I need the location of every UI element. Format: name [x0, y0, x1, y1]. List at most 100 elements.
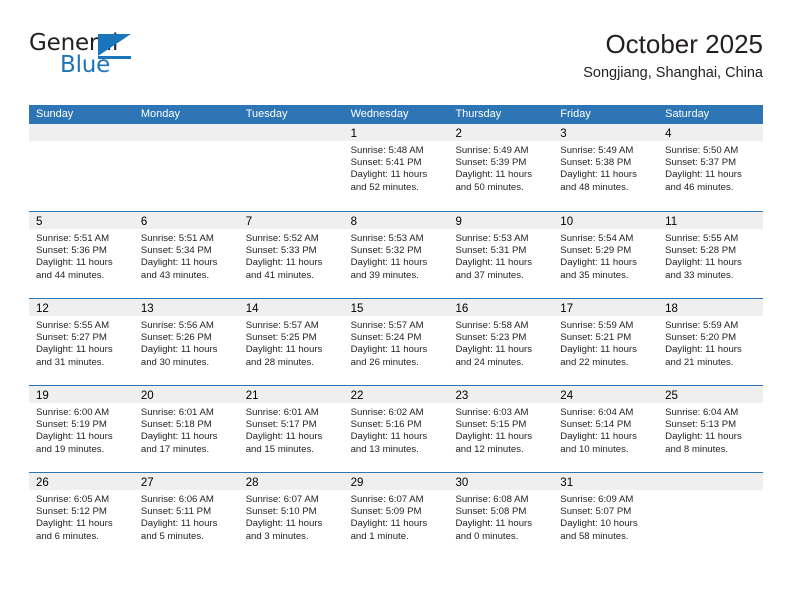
calendar-day-cell[interactable]: 31 Sunrise: 6:09 AM Sunset: 5:07 PM Dayligh…: [553, 473, 659, 559]
calendar-day-cell[interactable]: 24 Sunrise: 6:04 AM Sunset: 5:14 PM Dayligh…: [553, 386, 659, 472]
calendar-day-cell[interactable]: 21 Sunrise: 6:01 AM Sunset: 5:17 PM Dayligh…: [238, 386, 344, 472]
day-number: 26: [36, 477, 49, 489]
calendar-day-cell[interactable]: 25 Sunrise: 6:04 AM Sunset: 5:13 PM Dayligh…: [658, 386, 764, 472]
calendar-day-cell[interactable]: 2 Sunrise: 5:49 AM Sunset: 5:39 PM Daylight…: [448, 124, 554, 211]
calendar-day-cell[interactable]: 11 Sunrise: 5:55 AM Sunset: 5:28 PM Dayligh…: [658, 212, 764, 298]
day-number-band: [658, 473, 764, 490]
calendar-day-cell[interactable]: 18 Sunrise: 5:59 AM Sunset: 5:20 PM Dayligh…: [658, 299, 764, 385]
calendar-day-cell[interactable]: 6 Sunrise: 5:51 AM Sunset: 5:34 PM Daylight…: [133, 212, 239, 298]
calendar-weeks: 1 Sunrise: 5:48 AM Sunset: 5:41 PM Daylight…: [29, 124, 764, 559]
daylight-text: Daylight: 11 hours and 50 minutes.: [455, 169, 533, 193]
day-number: 12: [36, 303, 49, 315]
day-number: 20: [140, 390, 154, 402]
day-sun-info: Sunrise: 5:49 AM Sunset: 5:39 PM Daylight:…: [448, 141, 553, 194]
calendar-day-cell[interactable]: 9 Sunrise: 5:53 AM Sunset: 5:31 PM Daylight…: [448, 212, 554, 298]
day-number: 31: [560, 477, 574, 489]
daylight-text: Daylight: 11 hours and 17 minutes.: [140, 431, 218, 455]
daylight-text: Daylight: 11 hours and 44 minutes.: [36, 257, 113, 281]
daylight-text: Daylight: 11 hours and 33 minutes.: [665, 257, 742, 281]
calendar-day-cell[interactable]: 4 Sunrise: 5:50 AM Sunset: 5:37 PM Daylight…: [658, 124, 764, 211]
sunset-text: Sunset: 5:11 PM: [140, 506, 212, 518]
daylight-text: Daylight: 11 hours and 26 minutes.: [350, 344, 428, 368]
day-number-band: 4: [658, 124, 764, 141]
day-sun-info: Sunrise: 5:57 AM Sunset: 5:25 PM Daylight:…: [239, 316, 344, 369]
calendar-day-cell[interactable]: 26 Sunrise: 6:05 AM Sunset: 5:12 PM Dayligh…: [29, 473, 134, 559]
day-number-band: [133, 124, 239, 141]
calendar-day-cell[interactable]: 13 Sunrise: 5:56 AM Sunset: 5:26 PM Dayligh…: [133, 299, 239, 385]
daylight-text: Daylight: 11 hours and 41 minutes.: [245, 257, 323, 281]
calendar-day-cell[interactable]: 7 Sunrise: 5:52 AM Sunset: 5:33 PM Daylight…: [238, 212, 344, 298]
calendar-day-cell[interactable]: 1 Sunrise: 5:48 AM Sunset: 5:41 PM Daylight…: [343, 124, 449, 211]
sunrise-text: Sunrise: 5:57 AM: [245, 320, 319, 331]
day-number: 1: [350, 128, 357, 140]
sunrise-text: Sunrise: 5:55 AM: [36, 320, 110, 331]
sunset-text: Sunset: 5:24 PM: [350, 332, 422, 344]
calendar-day-cell[interactable]: 30 Sunrise: 6:08 AM Sunset: 5:08 PM Dayligh…: [448, 473, 554, 559]
sunrise-text: Sunrise: 5:52 AM: [245, 233, 319, 244]
day-number: 2: [455, 128, 462, 140]
calendar-day-cell[interactable]: 5 Sunrise: 5:51 AM Sunset: 5:36 PM Daylight…: [29, 212, 134, 298]
day-sun-info: Sunrise: 5:48 AM Sunset: 5:41 PM Daylight:…: [344, 141, 449, 194]
calendar-day-cell[interactable]: 16 Sunrise: 5:58 AM Sunset: 5:23 PM Dayligh…: [448, 299, 554, 385]
day-number: 30: [455, 477, 469, 489]
day-sun-info: Sunrise: 6:04 AM Sunset: 5:13 PM Daylight:…: [658, 403, 763, 456]
calendar-week-row: 1 Sunrise: 5:48 AM Sunset: 5:41 PM Daylight…: [29, 124, 764, 211]
day-number-band: 7: [238, 212, 344, 229]
sunrise-text: Sunrise: 6:04 AM: [560, 407, 634, 418]
day-sun-info: Sunrise: 6:00 AM Sunset: 5:19 PM Daylight:…: [29, 403, 134, 456]
calendar-day-cell[interactable]: 17 Sunrise: 5:59 AM Sunset: 5:21 PM Dayligh…: [553, 299, 659, 385]
day-number-band: 10: [553, 212, 659, 229]
day-number-band: 11: [658, 212, 764, 229]
day-number: 14: [245, 303, 259, 315]
weekday-header-friday: Friday: [560, 108, 591, 120]
calendar-day-cell[interactable]: 10 Sunrise: 5:54 AM Sunset: 5:29 PM Dayligh…: [553, 212, 659, 298]
day-sun-info: Sunrise: 5:51 AM Sunset: 5:36 PM Daylight:…: [29, 229, 134, 282]
day-number-band: 5: [29, 212, 134, 229]
calendar-day-cell[interactable]: 8 Sunrise: 5:53 AM Sunset: 5:32 PM Daylight…: [343, 212, 449, 298]
day-number: 21: [245, 390, 259, 402]
calendar-day-cell[interactable]: 28 Sunrise: 6:07 AM Sunset: 5:10 PM Dayligh…: [238, 473, 344, 559]
sunset-text: Sunset: 5:17 PM: [245, 419, 317, 431]
general-blue-logo[interactable]: General Blue: [29, 30, 249, 92]
sunrise-text: Sunrise: 5:48 AM: [350, 145, 424, 156]
calendar-day-cell[interactable]: 20 Sunrise: 6:01 AM Sunset: 5:18 PM Dayligh…: [133, 386, 239, 472]
sunrise-text: Sunrise: 6:00 AM: [36, 407, 110, 418]
sunrise-text: Sunrise: 6:08 AM: [455, 494, 529, 505]
daylight-text: Daylight: 11 hours and 6 minutes.: [36, 518, 113, 542]
calendar-day-cell[interactable]: 3 Sunrise: 5:49 AM Sunset: 5:38 PM Daylight…: [553, 124, 659, 211]
calendar-day-cell[interactable]: 15 Sunrise: 5:57 AM Sunset: 5:24 PM Dayligh…: [343, 299, 449, 385]
weekday-header-tuesday: Tuesday: [245, 108, 288, 120]
sunset-text: Sunset: 5:21 PM: [560, 332, 632, 344]
day-sun-info: Sunrise: 6:07 AM Sunset: 5:09 PM Daylight:…: [344, 490, 449, 543]
day-number-band: 13: [133, 299, 239, 316]
day-sun-info: Sunrise: 5:58 AM Sunset: 5:23 PM Daylight:…: [448, 316, 553, 369]
day-number: 22: [350, 390, 364, 402]
calendar-day-cell-empty: [238, 124, 344, 211]
calendar-day-cell[interactable]: 23 Sunrise: 6:03 AM Sunset: 5:15 PM Dayligh…: [448, 386, 554, 472]
calendar-day-cell[interactable]: 14 Sunrise: 5:57 AM Sunset: 5:25 PM Dayligh…: [238, 299, 344, 385]
calendar-week-row: 12 Sunrise: 5:55 AM Sunset: 5:27 PM Dayligh…: [29, 298, 764, 385]
daylight-text: Daylight: 11 hours and 15 minutes.: [245, 431, 323, 455]
sunrise-text: Sunrise: 5:55 AM: [665, 233, 739, 244]
day-number-band: 9: [448, 212, 554, 229]
calendar-day-cell[interactable]: 29 Sunrise: 6:07 AM Sunset: 5:09 PM Dayligh…: [343, 473, 449, 559]
day-number: 11: [665, 216, 678, 228]
daylight-text: Daylight: 11 hours and 5 minutes.: [140, 518, 218, 542]
day-number-band: 8: [343, 212, 449, 229]
sunrise-text: Sunrise: 5:59 AM: [560, 320, 634, 331]
page-header: General Blue October 2025 Songjiang, Sha…: [29, 28, 763, 100]
daylight-text: Daylight: 11 hours and 31 minutes.: [36, 344, 113, 368]
daylight-text: Daylight: 11 hours and 19 minutes.: [36, 431, 113, 455]
daylight-text: Daylight: 11 hours and 21 minutes.: [665, 344, 742, 368]
daylight-text: Daylight: 11 hours and 12 minutes.: [455, 431, 533, 455]
calendar-day-cell[interactable]: 12 Sunrise: 5:55 AM Sunset: 5:27 PM Dayligh…: [29, 299, 134, 385]
calendar-day-cell[interactable]: 27 Sunrise: 6:06 AM Sunset: 5:11 PM Dayligh…: [133, 473, 239, 559]
daylight-text: Daylight: 11 hours and 8 minutes.: [665, 431, 742, 455]
calendar-day-cell[interactable]: 22 Sunrise: 6:02 AM Sunset: 5:16 PM Dayligh…: [343, 386, 449, 472]
day-number-band: 25: [658, 386, 764, 403]
weekday-header-wednesday: Wednesday: [350, 108, 409, 120]
day-sun-info: Sunrise: 6:08 AM Sunset: 5:08 PM Daylight:…: [448, 490, 553, 543]
calendar-day-cell[interactable]: 19 Sunrise: 6:00 AM Sunset: 5:19 PM Dayligh…: [29, 386, 134, 472]
daylight-text: Daylight: 11 hours and 37 minutes.: [455, 257, 533, 281]
sunset-text: Sunset: 5:09 PM: [350, 506, 422, 518]
